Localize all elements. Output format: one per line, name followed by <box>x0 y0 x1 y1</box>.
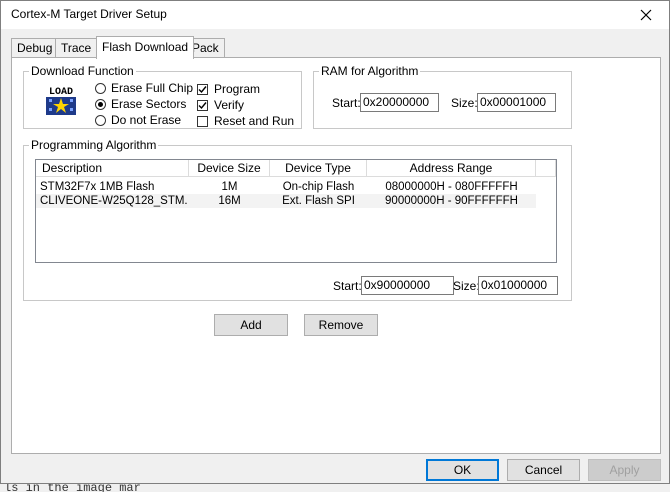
algorithm-start-field[interactable]: 0x90000000 <box>361 276 454 295</box>
verify-label: Verify <box>214 98 245 112</box>
column-header-device-type[interactable]: Device Type <box>270 160 367 177</box>
close-button[interactable] <box>623 1 669 29</box>
ram-size-field[interactable]: 0x00001000 <box>477 93 556 112</box>
tab-debug[interactable]: Debug <box>11 38 59 58</box>
column-header-filler <box>536 160 556 177</box>
window-title: Cortex-M Target Driver Setup <box>11 7 167 21</box>
list-header: Description Device Size Device Type Addr… <box>36 160 556 178</box>
add-button[interactable]: Add <box>214 314 288 336</box>
algorithm-size-field[interactable]: 0x01000000 <box>478 276 558 295</box>
program-label: Program <box>214 82 261 96</box>
table-row[interactable]: STM32F7x 1MB Flash 1M On-chip Flash 0800… <box>36 180 556 194</box>
erase-full-chip-radio-circle <box>95 82 106 94</box>
do-not-erase-radio-circle <box>95 114 106 126</box>
ram-for-algorithm-legend: RAM for Algorithm <box>321 64 419 78</box>
cell-device-type: Ext. Flash SPI <box>282 195 355 207</box>
reset-and-run-label: Reset and Run <box>214 114 295 128</box>
algorithm-start-label: Start: <box>333 279 362 293</box>
erase-sectors-radio[interactable]: Erase Sectors <box>95 97 186 111</box>
load-icon: LOAD <box>44 83 78 117</box>
background-text-fragment: ls in the image mar <box>4 484 141 492</box>
download-function-legend: Download Function <box>31 64 134 78</box>
cell-device-type: On-chip Flash <box>282 181 355 193</box>
cell-description: STM32F7x 1MB Flash <box>40 181 155 193</box>
ram-start-label: Start: <box>332 96 361 110</box>
program-checkbox-box <box>197 83 208 95</box>
cell-device-size: 1M <box>221 181 238 193</box>
program-checkbox[interactable]: Program <box>197 82 260 96</box>
tab-trace[interactable]: Trace <box>55 38 98 58</box>
do-not-erase-label: Do not Erase <box>111 113 182 127</box>
ram-start-field[interactable]: 0x20000000 <box>360 93 439 112</box>
column-header-address-range[interactable]: Address Range <box>367 160 536 177</box>
ok-button[interactable]: OK <box>426 459 499 481</box>
erase-full-chip-radio[interactable]: Erase Full Chip <box>95 81 193 95</box>
erase-sectors-radio-circle <box>95 98 106 110</box>
dialog-button-bar: OK Cancel Apply <box>1 453 669 483</box>
column-header-device-size[interactable]: Device Size <box>189 160 270 177</box>
cell-address-range: 08000000H - 080FFFFFH <box>385 181 518 193</box>
ram-size-label: Size: <box>451 96 478 110</box>
tab-flash-download[interactable]: Flash Download <box>96 36 195 59</box>
erase-full-chip-label: Erase Full Chip <box>111 81 194 95</box>
apply-button[interactable]: Apply <box>588 459 661 481</box>
verify-checkbox[interactable]: Verify <box>197 98 244 112</box>
erase-sectors-label: Erase Sectors <box>111 97 187 111</box>
programming-algorithm-legend: Programming Algorithm <box>31 138 157 152</box>
cancel-button[interactable]: Cancel <box>507 459 580 481</box>
dialog-window: Cortex-M Target Driver Setup Debug Trace… <box>0 0 670 484</box>
table-row[interactable]: CLIVEONE-W25Q128_STM... 16M Ext. Flash S… <box>36 194 536 208</box>
algorithm-list[interactable]: Description Device Size Device Type Addr… <box>35 159 557 263</box>
do-not-erase-radio[interactable]: Do not Erase <box>95 113 181 127</box>
close-icon <box>640 9 652 21</box>
reset-and-run-checkbox[interactable]: Reset and Run <box>197 114 294 128</box>
algorithm-size-label-text: Size: <box>453 279 480 293</box>
cell-device-size: 16M <box>218 195 241 207</box>
cell-address-range: 90000000H - 90FFFFFFH <box>385 195 518 207</box>
column-header-description[interactable]: Description <box>36 160 189 177</box>
remove-button[interactable]: Remove <box>304 314 378 336</box>
reset-and-run-checkbox-box <box>197 115 208 127</box>
checkmark-icon <box>198 85 207 93</box>
checkmark-icon <box>198 101 207 109</box>
load-icon-text: LOAD <box>49 87 73 98</box>
cell-description: CLIVEONE-W25Q128_STM... <box>40 195 188 207</box>
verify-checkbox-box <box>197 99 208 111</box>
title-bar: Cortex-M Target Driver Setup <box>1 1 669 29</box>
